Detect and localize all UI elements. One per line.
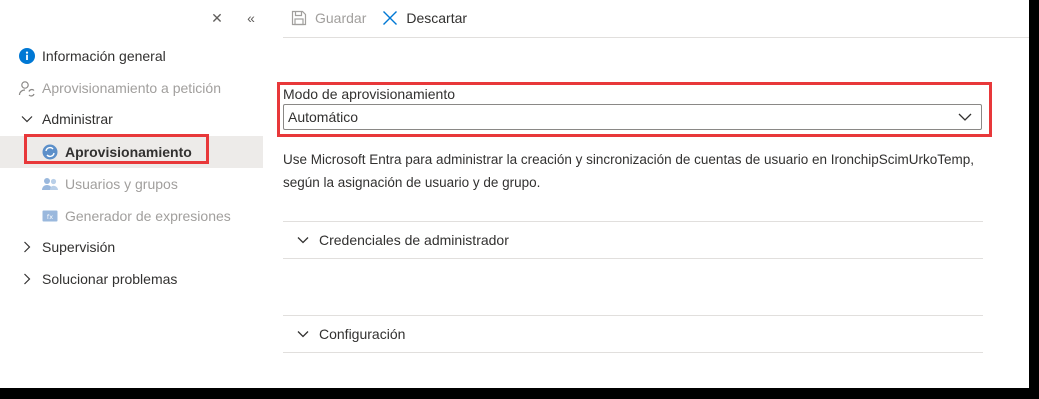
section-configuration[interactable]: Configuración bbox=[283, 315, 983, 353]
section-label: Configuración bbox=[319, 326, 406, 342]
chevron-down-icon bbox=[293, 230, 313, 250]
provisioning-description: Use Microsoft Entra para administrar la … bbox=[283, 152, 975, 190]
discard-button[interactable]: Descartar bbox=[380, 4, 467, 32]
chevron-right-icon bbox=[18, 270, 36, 288]
save-label: Guardar bbox=[315, 9, 367, 26]
expression-icon: fx bbox=[41, 207, 59, 225]
sidebar-group-solucionar-problemas[interactable]: Solucionar problemas bbox=[0, 263, 263, 295]
chevron-right-icon bbox=[18, 238, 36, 256]
main-content: Guardar Descartar Modo de aprovisionamie… bbox=[277, 0, 1029, 388]
users-icon bbox=[41, 175, 59, 193]
sidebar-item-aprovisionamiento[interactable]: Aprovisionamiento bbox=[0, 136, 263, 168]
sidebar-item-aprovisionamiento-peticion[interactable]: Aprovisionamiento a petición bbox=[0, 72, 263, 104]
provisioning-mode-label: Modo de aprovisionamiento bbox=[283, 86, 455, 102]
section-label: Credenciales de administrador bbox=[319, 232, 509, 248]
chevron-down-icon bbox=[18, 110, 36, 128]
sidebar-item-label: Aprovisionamiento a petición bbox=[42, 80, 221, 96]
app-window: ✕ « Información general Aprovisionamient… bbox=[0, 0, 1029, 388]
sidebar-item-label: Aprovisionamiento bbox=[65, 144, 192, 160]
sidebar-item-label: Generador de expresiones bbox=[65, 208, 231, 224]
sidebar-group-administrar[interactable]: Administrar bbox=[0, 103, 263, 135]
chevron-down-icon bbox=[293, 324, 313, 344]
discard-label: Descartar bbox=[406, 9, 468, 26]
command-bar: Guardar Descartar bbox=[283, 0, 1029, 38]
sidebar-item-label: Solucionar problemas bbox=[42, 271, 178, 287]
sidebar-item-informacion-general[interactable]: Información general bbox=[0, 40, 263, 72]
save-icon bbox=[289, 8, 309, 28]
info-icon bbox=[18, 47, 36, 65]
sidebar-item-label: Supervisión bbox=[42, 239, 116, 255]
sidebar-item-label: Administrar bbox=[42, 111, 113, 127]
section-admin-credentials[interactable]: Credenciales de administrador bbox=[283, 221, 983, 259]
close-icon bbox=[380, 8, 400, 28]
sidebar-item-label: Usuarios y grupos bbox=[65, 176, 178, 192]
provisioning-mode-value: Automático bbox=[288, 109, 359, 125]
close-icon[interactable]: ✕ bbox=[210, 10, 224, 26]
sidebar-item-generador-expresiones[interactable]: fx Generador de expresiones bbox=[0, 200, 263, 232]
save-button[interactable]: Guardar bbox=[289, 4, 366, 32]
provisioning-icon bbox=[41, 143, 59, 161]
chevron-down-icon bbox=[957, 109, 973, 125]
svg-text:fx: fx bbox=[47, 213, 53, 221]
double-chevron-left-icon[interactable]: « bbox=[244, 10, 258, 26]
provisioning-mode-dropdown[interactable]: Automático bbox=[283, 104, 982, 130]
sidebar-item-usuarios-grupos[interactable]: Usuarios y grupos bbox=[0, 168, 263, 200]
sidebar: ✕ « Información general Aprovisionamient… bbox=[0, 0, 263, 388]
sidebar-group-supervision[interactable]: Supervisión bbox=[0, 231, 263, 263]
sidebar-item-label: Información general bbox=[42, 48, 166, 64]
user-sync-icon bbox=[18, 79, 36, 97]
